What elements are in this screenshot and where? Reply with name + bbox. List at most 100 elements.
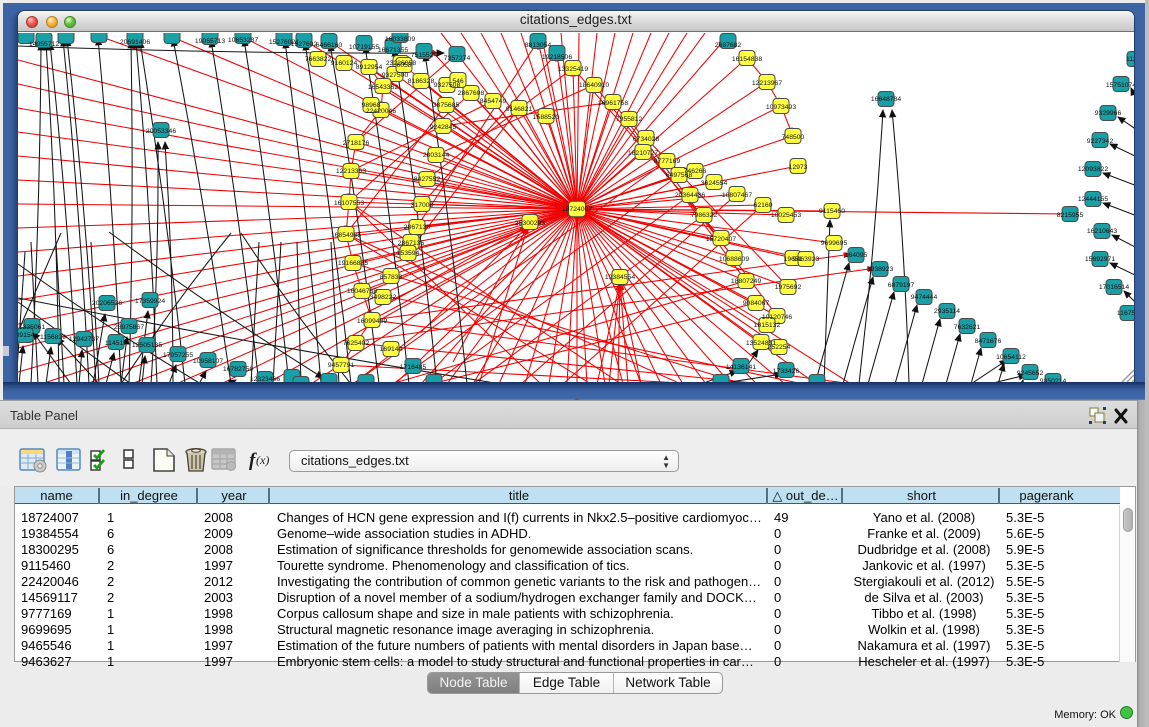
svg-text:9457791: 9457791 (328, 362, 355, 369)
svg-text:10807467: 10807467 (722, 192, 752, 199)
svg-text:10719155: 10719155 (349, 44, 379, 51)
svg-text:546: 546 (452, 78, 464, 85)
svg-text:6058: 6058 (396, 62, 411, 69)
svg-text:2867608: 2867608 (458, 90, 485, 97)
svg-text:1716485: 1716485 (400, 364, 427, 371)
svg-text:10025453: 10025453 (771, 212, 801, 219)
svg-text:20364436: 20364436 (675, 192, 705, 199)
svg-text:16854985: 16854985 (331, 232, 361, 239)
svg-text:9777169: 9777169 (654, 158, 681, 165)
svg-text:14055712: 14055712 (29, 41, 59, 48)
svg-text:20053346: 20053346 (146, 128, 176, 135)
svg-text:12505135: 12505135 (132, 342, 162, 349)
svg-text:10958107: 10958107 (193, 358, 223, 365)
svg-text:252254: 252254 (768, 344, 791, 351)
svg-text:153594: 153594 (397, 250, 420, 257)
svg-text:2718176: 2718176 (343, 140, 370, 147)
svg-text:6466160: 6466160 (316, 42, 343, 49)
svg-text:9474444: 9474444 (911, 294, 938, 301)
svg-text:748500: 748500 (782, 134, 805, 141)
svg-text:16210643: 16210643 (1087, 228, 1117, 235)
svg-text:1527602: 1527602 (291, 41, 318, 48)
svg-text:16154838: 16154838 (732, 56, 762, 63)
svg-text:12093822: 12093822 (1078, 166, 1108, 173)
svg-text:15692971: 15692971 (1085, 256, 1115, 263)
svg-text:9463923: 9463923 (793, 256, 820, 263)
svg-text:16107553: 16107553 (334, 200, 364, 207)
svg-text:8215955: 8215955 (1057, 212, 1084, 219)
svg-text:3875685: 3875685 (433, 102, 460, 109)
svg-text:62160: 62160 (754, 202, 773, 209)
svg-text:9245652: 9245652 (1017, 370, 1044, 377)
svg-text:13325419: 13325419 (558, 66, 588, 73)
svg-text:1815132: 1815132 (754, 322, 781, 329)
svg-text:857833: 857833 (380, 274, 403, 281)
svg-text:15751074: 15751074 (1106, 82, 1134, 89)
svg-text:2803144: 2803144 (423, 152, 450, 159)
svg-text:10973493: 10973493 (766, 104, 796, 111)
svg-text:8471676: 8471676 (975, 338, 1002, 345)
svg-text:317006: 317006 (411, 202, 434, 209)
svg-text:17016514: 17016514 (1099, 284, 1129, 291)
svg-text:12973: 12973 (789, 164, 808, 171)
svg-text:9242845: 9242845 (430, 124, 457, 131)
svg-text:114519: 114519 (105, 340, 127, 347)
svg-text:25300293: 25300293 (515, 220, 545, 227)
svg-text:9327500: 9327500 (382, 72, 409, 79)
svg-text:16648784: 16648784 (871, 96, 901, 103)
svg-text:12213967: 12213967 (752, 80, 782, 87)
svg-text:16671355: 16671355 (378, 47, 408, 54)
svg-text:19384554: 19384554 (605, 274, 635, 281)
svg-text:169144: 169144 (380, 346, 403, 353)
svg-text:9329966: 9329966 (1095, 110, 1122, 117)
svg-text:10654112: 10654112 (996, 354, 1026, 361)
svg-text:19055713: 19055713 (195, 38, 225, 45)
svg-text:18807249: 18807249 (731, 278, 761, 285)
svg-text:7663822: 7663822 (305, 56, 332, 63)
svg-text:9146821: 9146821 (506, 106, 533, 113)
svg-text:9084067: 9084067 (743, 300, 770, 307)
svg-text:7357274: 7357274 (444, 55, 471, 62)
svg-text:16033809: 16033809 (385, 36, 415, 43)
svg-text:12942737: 12942737 (69, 336, 99, 343)
svg-text:8454749: 8454749 (480, 98, 507, 105)
svg-text:2687682: 2687682 (715, 42, 742, 49)
svg-text:7986322: 7986322 (691, 212, 718, 219)
svg-text:9699695: 9699695 (821, 240, 848, 247)
svg-text:1733426: 1733426 (773, 368, 800, 375)
svg-text:7515524: 7515524 (411, 52, 438, 59)
svg-text:20691406: 20691406 (120, 39, 150, 46)
svg-text:8938923: 8938923 (867, 266, 894, 273)
svg-text:16782759: 16782759 (223, 366, 253, 373)
svg-text:9115460: 9115460 (819, 208, 845, 215)
svg-text:98968: 98968 (362, 102, 381, 109)
svg-text:17359924: 17359924 (135, 298, 165, 305)
svg-text:3498222: 3498222 (370, 294, 397, 301)
svg-text:3624554: 3624554 (701, 180, 728, 187)
svg-text:19166825: 19166825 (338, 260, 368, 267)
svg-text:18724007: 18724007 (562, 206, 592, 213)
svg-text:6734028: 6734028 (633, 136, 660, 143)
svg-text:18640910: 18640910 (579, 82, 609, 89)
svg-text:11123: 11123 (1126, 56, 1133, 63)
svg-text:10653287: 10653287 (228, 37, 258, 44)
svg-text:14136141: 14136141 (726, 364, 756, 371)
svg-text:8912954: 8912954 (356, 64, 383, 71)
svg-text:1975692: 1975692 (775, 284, 802, 291)
svg-text:7625402: 7625402 (343, 340, 370, 347)
svg-text:16961758: 16961758 (598, 100, 628, 107)
svg-text:1335061: 1335061 (19, 324, 46, 331)
svg-text:7632621: 7632621 (954, 324, 981, 331)
svg-text:17957255: 17957255 (163, 352, 193, 359)
svg-text:39154: 39154 (18, 332, 35, 339)
svg-text:12213363: 12213363 (336, 168, 366, 175)
svg-text:7955812: 7955812 (616, 116, 643, 123)
svg-text:2867135: 2867135 (398, 240, 425, 247)
svg-text:116753: 116753 (1117, 310, 1134, 317)
svg-text:6879197: 6879197 (888, 282, 915, 289)
svg-text:12444155: 12444155 (1078, 196, 1108, 203)
svg-text:16543362: 16543362 (368, 84, 398, 91)
svg-text:20206536: 20206536 (92, 300, 122, 307)
svg-text:10688609: 10688609 (719, 256, 749, 263)
svg-text:2935114: 2935114 (934, 308, 960, 315)
